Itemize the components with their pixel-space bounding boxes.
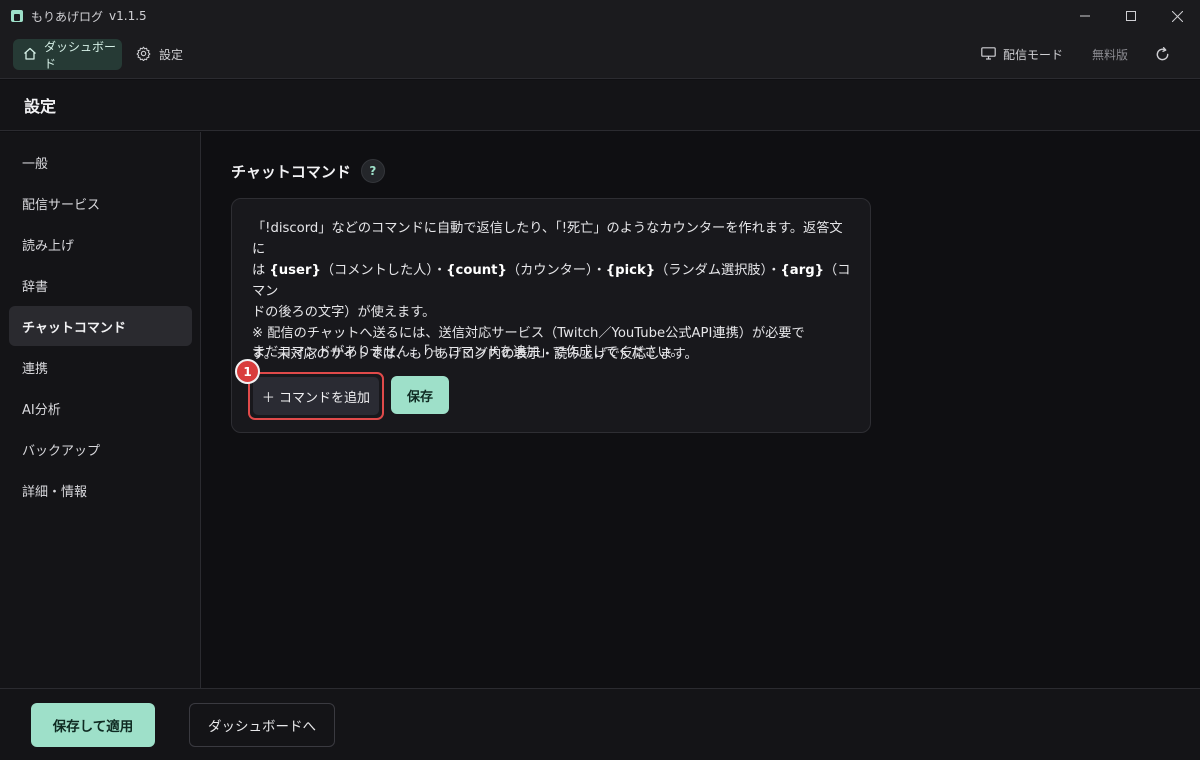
section-title: チャットコマンド ? bbox=[231, 159, 385, 183]
sidebar-item-text-to-speech[interactable]: 読み上げ bbox=[9, 224, 192, 264]
window-controls bbox=[1062, 0, 1200, 32]
title-bar: もりあげログ v1.1.5 bbox=[0, 0, 1200, 32]
stream-mode-label: 配信モード bbox=[1002, 48, 1063, 62]
add-command-highlight: ＋ コマンドを追加 bbox=[248, 372, 384, 420]
desc-line-4: ※ 配信のチャットへ送るには、送信対応サービス（Twitch／YouTube公式… bbox=[252, 326, 805, 341]
desc-line-1: 「!discord」などのコマンドに自動で返信したり、「!死亡」のようなカウンタ… bbox=[252, 221, 843, 257]
monitor-icon bbox=[981, 46, 996, 63]
section-title-text: チャットコマンド bbox=[231, 162, 351, 181]
variable-pick: {pick} bbox=[605, 263, 656, 278]
nav-dashboard-label: ダッシュボード bbox=[44, 39, 117, 71]
variable-user: {user} bbox=[269, 263, 321, 278]
sidebar-item-dictionary[interactable]: 辞書 bbox=[9, 265, 192, 305]
sidebar-item-integrations[interactable]: 連携 bbox=[9, 347, 192, 387]
desc-text: （ランダム選択肢）・ bbox=[655, 263, 781, 278]
maximize-icon[interactable] bbox=[1108, 0, 1154, 32]
sidebar-item-backup[interactable]: バックアップ bbox=[9, 429, 192, 469]
app-logo-icon bbox=[11, 10, 23, 22]
desc-line-3: ドの後ろの文字）が使えます。 bbox=[252, 305, 436, 320]
help-icon[interactable]: ? bbox=[360, 159, 385, 183]
sidebar-item-streaming-services[interactable]: 配信サービス bbox=[9, 183, 192, 223]
page-title: 設定 bbox=[0, 80, 1200, 131]
nav-settings-button[interactable]: 設定 bbox=[136, 39, 183, 70]
sidebar-item-general[interactable]: 一般 bbox=[9, 142, 192, 182]
sidebar-item-chat-commands[interactable]: チャットコマンド bbox=[9, 306, 192, 346]
variable-count: {count} bbox=[446, 263, 507, 278]
chat-command-card: 「!discord」などのコマンドに自動で返信したり、「!死亡」のようなカウンタ… bbox=[231, 198, 871, 433]
empty-state-message: まだコマンドがありません。「＋ コマンドを追加」で作成してください。 bbox=[252, 345, 684, 360]
app-version: v1.1.5 bbox=[109, 9, 147, 23]
desc-text: は bbox=[252, 263, 270, 278]
plan-badge: 無料版 bbox=[1091, 48, 1128, 62]
sidebar-item-ai-analysis[interactable]: AI分析 bbox=[9, 388, 192, 428]
stream-mode-button[interactable]: 配信モード bbox=[981, 46, 1063, 63]
minimize-icon[interactable] bbox=[1062, 0, 1108, 32]
add-command-button[interactable]: ＋ コマンドを追加 bbox=[253, 377, 379, 415]
refresh-icon[interactable] bbox=[1152, 45, 1172, 65]
main-content: チャットコマンド ? 「!discord」などのコマンドに自動で返信したり、「!… bbox=[202, 132, 1200, 688]
nav-right-group: 配信モード 無料版 bbox=[981, 39, 1200, 70]
top-navigation: ダッシュボード 設定 配信モード 無料版 bbox=[0, 32, 1200, 79]
nav-settings-label: 設定 bbox=[159, 48, 184, 62]
sidebar-item-details-info[interactable]: 詳細・情報 bbox=[9, 470, 192, 510]
variable-arg: {arg} bbox=[780, 263, 825, 278]
desc-text: （カウンター）・ bbox=[506, 263, 606, 278]
nav-dashboard-button[interactable]: ダッシュボード bbox=[13, 39, 122, 71]
footer-bar: 保存して適用 ダッシュボードへ bbox=[0, 688, 1200, 760]
save-button[interactable]: 保存 bbox=[391, 376, 449, 414]
home-icon bbox=[23, 47, 37, 63]
save-and-apply-button[interactable]: 保存して適用 bbox=[31, 703, 155, 747]
settings-sidebar: 一般 配信サービス 読み上げ 辞書 チャットコマンド 連携 AI分析 バックアッ… bbox=[0, 132, 201, 688]
go-to-dashboard-button[interactable]: ダッシュボードへ bbox=[189, 703, 335, 747]
step-badge: 1 bbox=[235, 359, 260, 384]
close-icon[interactable] bbox=[1154, 0, 1200, 32]
desc-text: （コメントした人）・ bbox=[320, 263, 447, 278]
app-title: もりあげログ bbox=[31, 9, 104, 24]
gear-icon bbox=[136, 46, 151, 64]
